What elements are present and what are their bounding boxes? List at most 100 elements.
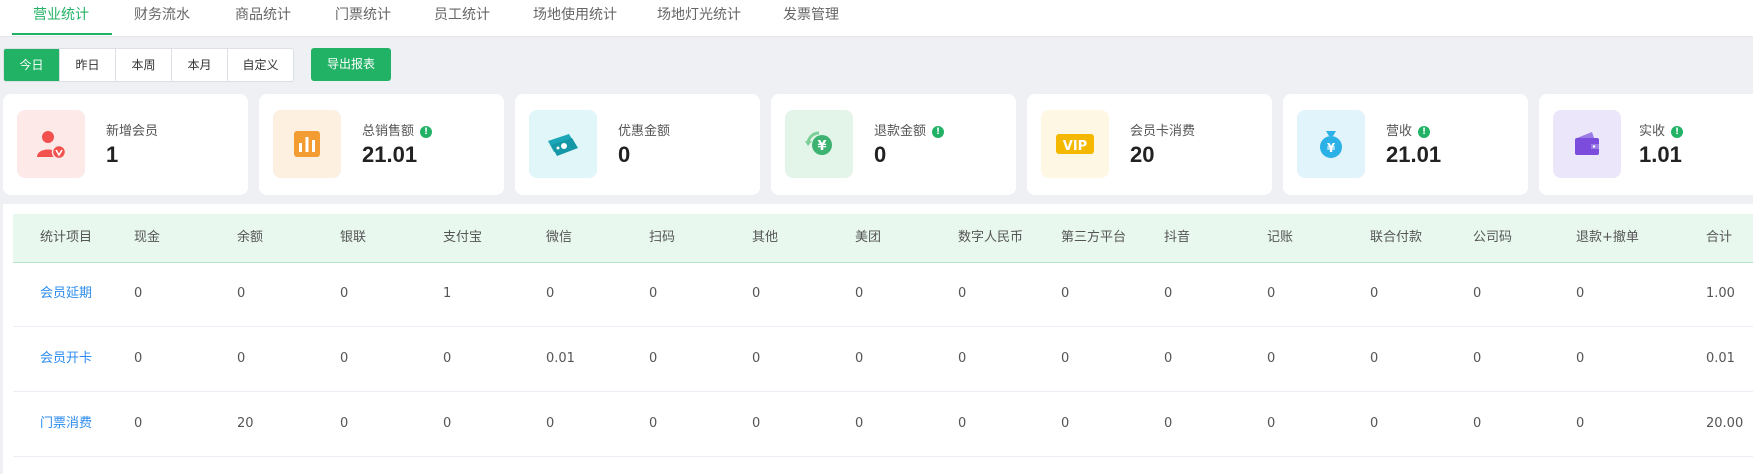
table-cell: 0	[1061, 286, 1070, 301]
table-cell: 0	[855, 416, 864, 431]
top-tab-bar: 营业统计 财务流水 商品统计 门票统计 员工统计 场地使用统计 场地灯光统计 发…	[0, 0, 1753, 37]
table-cell: 0.01	[546, 351, 575, 366]
table-cell: 0	[340, 351, 349, 366]
column-header: 第三方平台	[1061, 230, 1127, 245]
row-item-link[interactable]: 会员延期	[40, 262, 92, 326]
table-cell: 0	[1576, 286, 1585, 301]
table-cell-total: 1.00	[1706, 286, 1735, 301]
table-header-row: 统计项目 现金 余额 银联 支付宝 微信 扫码 其他 美团 数字人民币 第三方平…	[13, 214, 1753, 263]
table-cell: 0	[546, 286, 555, 301]
card-label: 营收!	[1386, 120, 1431, 139]
table-cell: 0	[237, 351, 246, 366]
card-label: 优惠金额	[618, 124, 671, 139]
member-add-icon	[17, 110, 85, 178]
tab-staff-stats[interactable]: 员工统计	[434, 0, 490, 36]
row-item-link[interactable]: 门票消费	[40, 392, 92, 456]
table-cell: 0	[1164, 286, 1173, 301]
info-icon[interactable]: !	[1671, 126, 1684, 138]
table-row: 会员延期 0 0 0 1 0 0 0 0 0 0 0 0 0 0 0 1.00	[13, 262, 1753, 327]
tab-business-stats[interactable]: 营业统计	[33, 0, 89, 36]
table-cell: 1	[443, 286, 452, 301]
card-value: 21.01	[1386, 142, 1442, 167]
table-cell: 0	[340, 416, 349, 431]
table-cell: 0	[1267, 286, 1276, 301]
table-cell: 0	[1370, 351, 1379, 366]
tab-invoice-management[interactable]: 发票管理	[783, 0, 839, 36]
table-cell: 0	[1164, 416, 1173, 431]
period-this-month-button[interactable]: 本月	[172, 49, 228, 81]
table-cell: 0	[855, 286, 864, 301]
period-custom-button[interactable]: 自定义	[228, 49, 293, 81]
money-bag-icon: ¥	[1297, 110, 1365, 178]
table-cell: 0	[649, 351, 658, 366]
info-icon[interactable]: !	[420, 126, 433, 138]
column-header: 扫码	[649, 230, 676, 245]
period-this-week-button[interactable]: 本周	[116, 49, 172, 81]
payment-stats-table: 统计项目 现金 余额 银联 支付宝 微信 扫码 其他 美团 数字人民币 第三方平…	[3, 204, 1753, 474]
info-icon[interactable]: !	[932, 126, 945, 138]
card-label: 新增会员	[106, 124, 159, 139]
table-cell: 0	[134, 351, 143, 366]
column-header: 公司码	[1473, 230, 1513, 245]
stat-card-new-members: 新增会员 1	[3, 94, 248, 195]
table-cell: 0	[1267, 416, 1276, 431]
coupon-icon	[529, 110, 597, 178]
table-cell: 0	[855, 351, 864, 366]
table-cell: 0	[134, 286, 143, 301]
table-cell: 0	[1267, 351, 1276, 366]
tab-venue-lighting-stats[interactable]: 场地灯光统计	[657, 0, 741, 36]
table-cell: 0	[1473, 286, 1482, 301]
table-cell: 0	[134, 416, 143, 431]
column-header: 余额	[237, 230, 264, 245]
card-value: 21.01	[362, 142, 418, 167]
refund-icon: ¥	[785, 110, 853, 178]
column-header: 抖音	[1164, 230, 1191, 245]
stat-card-discount-amount: 优惠金额 0	[515, 94, 760, 195]
column-header: 记账	[1267, 230, 1294, 245]
table-cell: 0	[958, 351, 967, 366]
column-header: 美团	[855, 230, 882, 245]
table-cell: 0	[443, 416, 452, 431]
card-value: 0	[874, 142, 887, 167]
table-cell-total: 20.00	[1706, 416, 1744, 431]
wallet-icon	[1553, 110, 1621, 178]
info-icon[interactable]: !	[1418, 126, 1431, 138]
tab-ticket-stats[interactable]: 门票统计	[335, 0, 391, 36]
tab-finance-flow[interactable]: 财务流水	[134, 0, 190, 36]
table-cell: 0	[546, 416, 555, 431]
card-label: 总销售额!	[362, 120, 433, 139]
card-label: 实收!	[1639, 120, 1684, 139]
row-item-link[interactable]: 会员开卡	[40, 327, 92, 391]
column-header: 支付宝	[443, 230, 483, 245]
column-header: 统计项目	[40, 230, 93, 245]
table-cell: 0	[649, 416, 658, 431]
card-value: 20	[1130, 142, 1155, 167]
table-cell: 0	[1576, 351, 1585, 366]
column-header: 现金	[134, 230, 161, 245]
stat-card-actual-received: 实收! 1.01	[1539, 94, 1753, 195]
stat-card-member-card-spend: VIP 会员卡消费 20	[1027, 94, 1272, 195]
column-header: 退款+撤单	[1576, 230, 1639, 245]
table-cell: 0	[1164, 351, 1173, 366]
table-cell: 0	[237, 286, 246, 301]
tab-venue-usage-stats[interactable]: 场地使用统计	[533, 0, 617, 36]
table-cell: 0	[752, 286, 761, 301]
period-yesterday-button[interactable]: 昨日	[60, 49, 116, 81]
table-cell-total: 0.01	[1706, 351, 1735, 366]
stat-card-revenue: ¥ 营收! 21.01	[1283, 94, 1528, 195]
table-cell: 0	[1370, 286, 1379, 301]
column-header: 银联	[340, 230, 367, 245]
table-cell: 0	[1061, 351, 1070, 366]
table-cell: 0	[649, 286, 658, 301]
export-report-button[interactable]: 导出报表	[311, 48, 391, 81]
svg-text:¥: ¥	[1327, 141, 1336, 155]
period-today-button[interactable]: 今日	[4, 49, 60, 81]
table-cell: 0	[1061, 416, 1070, 431]
table-cell: 0	[1473, 416, 1482, 431]
card-value: 1.01	[1639, 142, 1682, 167]
tab-product-stats[interactable]: 商品统计	[235, 0, 291, 36]
table-cell: 0	[1473, 351, 1482, 366]
table-cell: 0	[443, 351, 452, 366]
table-cell: 0	[340, 286, 349, 301]
table-cell: 0	[958, 286, 967, 301]
